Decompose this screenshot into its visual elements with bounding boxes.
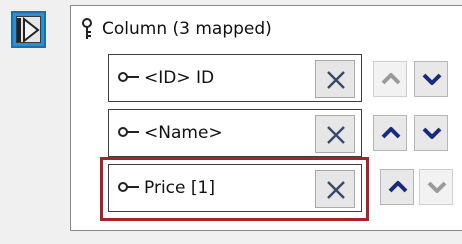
row-label: Price [1] — [144, 178, 215, 198]
move-up-button[interactable] — [373, 115, 407, 151]
key-icon — [118, 127, 139, 137]
key-icon — [118, 182, 139, 192]
row-label: <ID> ID — [144, 68, 215, 88]
mapping-row[interactable]: Price [1] — [108, 164, 362, 212]
expand-toggle-icon — [17, 16, 40, 44]
row-label: <Name> — [144, 123, 223, 143]
column-group-label: Column (3 mapped) — [102, 19, 272, 39]
chevron-up-icon — [381, 127, 401, 139]
close-icon — [327, 71, 345, 89]
remove-mapping-button[interactable] — [315, 170, 355, 208]
column-group-header[interactable]: Column (3 mapped) — [80, 14, 272, 44]
move-up-button[interactable] — [373, 61, 407, 97]
close-icon — [327, 181, 345, 199]
pin-icon — [82, 18, 92, 39]
chevron-up-icon — [381, 73, 401, 85]
move-down-button[interactable] — [414, 115, 448, 151]
remove-mapping-button[interactable] — [315, 115, 355, 153]
move-up-button[interactable] — [380, 169, 414, 205]
chevron-down-icon — [422, 73, 442, 85]
close-icon — [327, 126, 345, 144]
key-icon — [118, 72, 139, 82]
expand-toggle-button[interactable] — [11, 11, 46, 48]
move-down-button[interactable] — [419, 169, 453, 205]
move-down-button[interactable] — [414, 61, 448, 97]
remove-mapping-button[interactable] — [315, 60, 355, 98]
chevron-down-icon — [427, 181, 447, 193]
chevron-down-icon — [422, 127, 442, 139]
mapping-row[interactable]: <Name> — [108, 109, 362, 157]
mapping-row[interactable]: <ID> ID — [108, 54, 362, 102]
chevron-up-icon — [388, 181, 408, 193]
